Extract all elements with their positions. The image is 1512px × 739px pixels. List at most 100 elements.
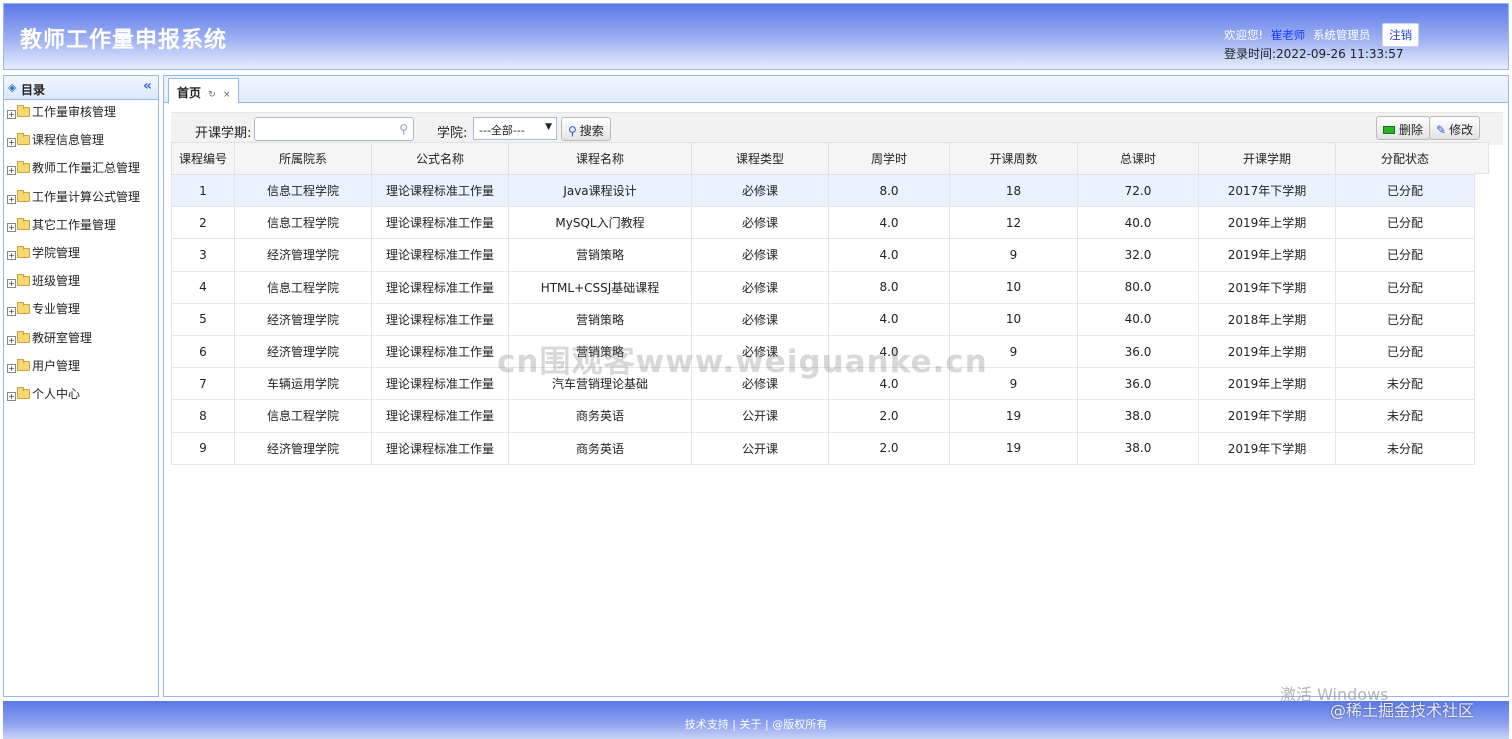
sidebar-item[interactable]: + 工作量审核管理 — [4, 100, 158, 128]
expand-icon[interactable]: + — [7, 335, 16, 345]
column-header[interactable]: 课程类型 — [691, 142, 829, 175]
table-cell: 汽车营销理论基础 — [508, 367, 692, 401]
expand-icon[interactable]: + — [7, 138, 16, 148]
table-row[interactable]: 2 信息工程学院 理论课程标准工作量 MySQL入门教程 必修课 4.0 12 40.0 201… — [171, 206, 1475, 240]
table-cell: 10 — [949, 270, 1078, 304]
search-button[interactable]: ⚲ 搜索 — [561, 117, 611, 141]
tab-home-label: 首页 — [177, 86, 202, 100]
expand-icon[interactable]: + — [7, 166, 16, 176]
column-header[interactable]: 所属院系 — [234, 142, 372, 175]
table-cell: 2.0 — [828, 399, 950, 433]
table-cell: 信息工程学院 — [234, 206, 372, 240]
community-watermark: @稀土掘金技术社区 — [1330, 701, 1475, 720]
logout-button[interactable]: 注销 — [1382, 23, 1420, 47]
table-row[interactable]: 8 信息工程学院 理论课程标准工作量 商务英语 公开课 2.0 19 38.0 2019年下学期… — [171, 399, 1475, 433]
sidebar-item[interactable]: + 班级管理 — [4, 269, 158, 297]
table-header-row: 课程编号 所属院系 公式名称 课程名称 课程类型 周学时 开课周数 总课时 开课学期 分配状态 — [171, 142, 1475, 175]
sidebar-item-label: 班级管理 — [32, 274, 81, 289]
table-row[interactable]: 3 经济管理学院 理论课程标准工作量 营销策略 必修课 4.0 9 32.0 2019年上学期已… — [171, 238, 1475, 272]
sidebar-item[interactable]: + 课程信息管理 — [4, 128, 158, 156]
sidebar-tree: + 工作量审核管理 + 课程信息管理 + 教师工作量汇总管理 + 工作量计算公式管理 + 其它工作… — [4, 100, 158, 410]
table-cell: 营销策略 — [508, 334, 692, 369]
search-toolbar: 开课学期: ⚲ 学院: ---全部--- ▼ ⚲ 搜索 删除 ✎ 修改 — [171, 112, 1503, 145]
tab-home[interactable]: 首页 ↻ × — [168, 78, 240, 104]
table-cell: HTML+CSSJ基础课程 — [508, 270, 692, 304]
term-search-input[interactable]: ⚲ — [254, 117, 414, 141]
sidebar-item[interactable]: + 专业管理 — [4, 297, 158, 325]
expand-icon[interactable]: + — [7, 222, 16, 232]
folder-icon — [17, 105, 30, 117]
column-header[interactable]: 分配状态 — [1335, 142, 1475, 175]
footer: 技术支持 | 关于 | @版权所有 — [3, 701, 1509, 739]
table-cell: 未分配 — [1335, 399, 1475, 433]
column-header[interactable]: 课程名称 — [508, 142, 692, 175]
table-row[interactable]: 9 经济管理学院 理论课程标准工作量 商务英语 公开课 2.0 19 38.0 2019年下学期… — [171, 431, 1475, 465]
college-select[interactable]: ---全部--- ▼ — [473, 117, 557, 140]
table-cell: 3 — [171, 238, 235, 272]
sidebar-item-label: 教师工作量汇总管理 — [32, 161, 141, 176]
table-cell: 80.0 — [1077, 270, 1199, 304]
edit-button[interactable]: ✎ 修改 — [1429, 116, 1481, 140]
table-cell: 未分配 — [1335, 367, 1475, 401]
table-cell: 已分配 — [1335, 270, 1475, 304]
expand-icon[interactable]: + — [7, 250, 16, 260]
table-cell: 4.0 — [828, 302, 950, 336]
close-icon[interactable]: × — [223, 90, 231, 100]
folder-icon — [17, 189, 30, 202]
sidebar-item[interactable]: + 教师工作量汇总管理 — [4, 156, 158, 184]
expand-icon[interactable]: + — [7, 110, 16, 119]
sidebar-item-label: 专业管理 — [32, 302, 81, 317]
table-cell: 2019年上学期 — [1198, 206, 1336, 240]
table-cell: 38.0 — [1077, 431, 1199, 465]
table-cell: 2.0 — [828, 431, 950, 465]
expand-icon[interactable]: + — [7, 391, 16, 401]
search-button-label: 搜索 — [579, 124, 604, 138]
sidebar-item[interactable]: + 用户管理 — [4, 354, 158, 382]
folder-icon — [17, 386, 30, 399]
table-cell: 1 — [171, 173, 235, 208]
table-cell: 理论课程标准工作量 — [371, 173, 509, 208]
sidebar-item[interactable]: + 工作量计算公式管理 — [4, 185, 158, 213]
column-header[interactable]: 公式名称 — [371, 142, 509, 175]
expand-icon[interactable]: + — [7, 194, 16, 204]
sidebar-title: 目录 — [21, 83, 46, 97]
table-cell: 72.0 — [1077, 173, 1199, 208]
sidebar-item[interactable]: + 教研室管理 — [4, 326, 158, 354]
dropdown-arrow-icon: ▼ — [545, 122, 552, 132]
table-cell: 理论课程标准工作量 — [371, 238, 509, 272]
column-header[interactable]: 开课学期 — [1198, 142, 1336, 175]
table-row[interactable]: 7 车辆运用学院 理论课程标准工作量 汽车营销理论基础 必修课 4.0 9 36.0 2019年… — [171, 367, 1475, 401]
table-row[interactable]: 5 经济管理学院 理论课程标准工作量 营销策略 必修课 4.0 10 40.0 2018年上学期… — [171, 302, 1475, 336]
column-header[interactable]: 开课周数 — [949, 142, 1078, 175]
table-cell: 经济管理学院 — [234, 302, 372, 336]
table-cell: 12 — [949, 206, 1078, 240]
table-cell: 10 — [949, 302, 1078, 336]
table-row[interactable]: 4 信息工程学院 理论课程标准工作量 HTML+CSSJ基础课程 必修课 8.0 10 80.… — [171, 270, 1475, 304]
column-header[interactable]: 课程编号 — [171, 142, 235, 175]
delete-button[interactable]: 删除 — [1376, 116, 1431, 140]
expand-icon[interactable]: + — [7, 279, 16, 289]
table-row[interactable]: 1 信息工程学院 理论课程标准工作量 Java课程设计 必修课 8.0 18 72.0 2017… — [171, 173, 1475, 208]
column-header[interactable]: 总课时 — [1077, 142, 1199, 175]
expand-icon[interactable]: + — [7, 363, 16, 373]
table-cell: 9 — [949, 367, 1078, 401]
college-selected: ---全部--- — [479, 124, 525, 137]
table-cell: 40.0 — [1077, 302, 1199, 336]
table-cell: 必修课 — [691, 206, 829, 240]
table-cell: 19 — [949, 431, 1078, 465]
collapse-sidebar-icon[interactable]: « — [143, 78, 152, 94]
edit-button-label: 修改 — [1449, 123, 1474, 137]
login-time: 登录时间:2022-09-26 11:33:57 — [1224, 47, 1404, 61]
table-cell: 2018年上学期 — [1198, 302, 1336, 336]
table-cell: 信息工程学院 — [234, 270, 372, 304]
pencil-icon: ✎ — [1436, 123, 1447, 137]
table-row[interactable]: 6 经济管理学院 理论课程标准工作量 营销策略 必修课 4.0 9 36.0 2019年上学期已… — [171, 334, 1475, 369]
refresh-icon[interactable]: ↻ — [208, 90, 216, 100]
sidebar-item[interactable]: + 学院管理 — [4, 241, 158, 269]
table-cell: 5 — [171, 302, 235, 336]
table-cell: 理论课程标准工作量 — [371, 302, 509, 336]
column-header[interactable]: 周学时 — [828, 142, 950, 175]
sidebar-item[interactable]: + 其它工作量管理 — [4, 213, 158, 241]
sidebar-item[interactable]: + 个人中心 — [4, 382, 158, 410]
expand-icon[interactable]: + — [7, 307, 16, 317]
